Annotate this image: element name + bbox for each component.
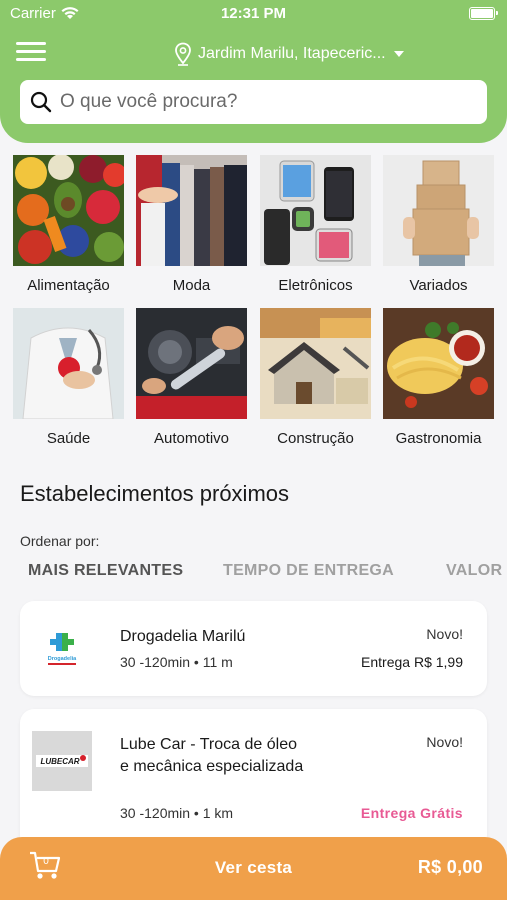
- category-label: Saúde: [46, 430, 91, 447]
- category-image-electronics: [260, 155, 371, 266]
- category-image-health: [13, 308, 124, 419]
- category-label: Gastronomia: [395, 430, 482, 447]
- store-name: Drogadelia Marilú: [120, 628, 246, 645]
- search-input[interactable]: [60, 91, 460, 113]
- category-image-construction: [260, 308, 371, 419]
- location-selector[interactable]: Jardim Marilu, Itapeceric...: [174, 40, 404, 68]
- tab-mais-relevantes[interactable]: MAIS RELEVANTES: [28, 562, 183, 580]
- category-label: Alimentação: [27, 277, 110, 294]
- category-label: Eletrônicos: [278, 277, 353, 294]
- category-image-fashion: [136, 155, 247, 266]
- category-label: Automotivo: [153, 430, 230, 447]
- category-image-boxes: [383, 155, 494, 266]
- store-meta: 30 -120min • 11 m: [120, 654, 233, 670]
- store-new-badge: Novo!: [426, 626, 463, 642]
- store-logo: LUBECAR: [32, 731, 92, 791]
- category-saude[interactable]: Saúde: [13, 308, 124, 447]
- store-logo: Drogadelia: [32, 619, 92, 679]
- search-icon: [30, 91, 52, 113]
- cart-total: R$ 0,00: [417, 857, 483, 877]
- location-pin-icon: [175, 42, 191, 66]
- store-new-badge: Novo!: [426, 734, 463, 750]
- tab-tempo-de-entrega[interactable]: TEMPO DE ENTREGA: [223, 562, 394, 580]
- clock: 12:31 PM: [220, 5, 287, 22]
- battery-icon: [469, 7, 498, 20]
- cart-bar[interactable]: 0 Ver cesta R$ 0,00: [0, 837, 507, 900]
- sort-tabs: MAIS RELEVANTES TEMPO DE ENTREGA VALOR: [28, 562, 507, 584]
- sort-label: Ordenar por:: [20, 533, 100, 549]
- chevron-down-icon: [393, 51, 404, 57]
- category-image-food: [13, 155, 124, 266]
- store-logo-text: LUBECAR: [40, 757, 79, 766]
- store-card[interactable]: Drogadelia Drogadelia Marilú 30 -120min …: [20, 601, 487, 696]
- store-delivery-fee: Entrega R$ 1,99: [361, 654, 463, 670]
- store-card[interactable]: LUBECAR Lube Car - Troca de óleo e mecân…: [20, 709, 487, 849]
- category-construcao[interactable]: Construção: [260, 308, 371, 447]
- category-moda[interactable]: Moda: [136, 155, 247, 294]
- category-label: Moda: [172, 277, 211, 294]
- category-label: Variados: [409, 277, 468, 294]
- store-delivery-fee: Entrega Grátis: [360, 805, 463, 821]
- header-bar: Carrier 12:31 PM Jardim Marilu, Itapecer…: [0, 0, 507, 143]
- tab-valor[interactable]: VALOR: [446, 562, 502, 580]
- store-meta: 30 -120min • 1 km: [120, 805, 234, 821]
- menu-icon[interactable]: [16, 42, 46, 64]
- section-title: Estabelecimentos próximos: [20, 481, 290, 506]
- store-logo-text: Drogadelia: [48, 656, 77, 662]
- search-bar[interactable]: [20, 80, 487, 124]
- status-bar: Carrier 12:31 PM: [0, 4, 507, 26]
- store-name: Lube Car - Troca de óleo e mecânica espe…: [120, 736, 304, 775]
- category-variados[interactable]: Variados: [383, 155, 494, 294]
- location-label: Jardim Marilu, Itapeceric...: [198, 45, 386, 62]
- category-eletronicos[interactable]: Eletrônicos: [260, 155, 371, 294]
- category-label: Construção: [277, 430, 354, 447]
- category-gastronomia[interactable]: Gastronomia: [383, 308, 494, 447]
- category-image-automotive: [136, 308, 247, 419]
- category-automotivo[interactable]: Automotivo: [136, 308, 247, 447]
- category-image-gastronomy: [383, 308, 494, 419]
- category-alimentacao[interactable]: Alimentação: [13, 155, 124, 294]
